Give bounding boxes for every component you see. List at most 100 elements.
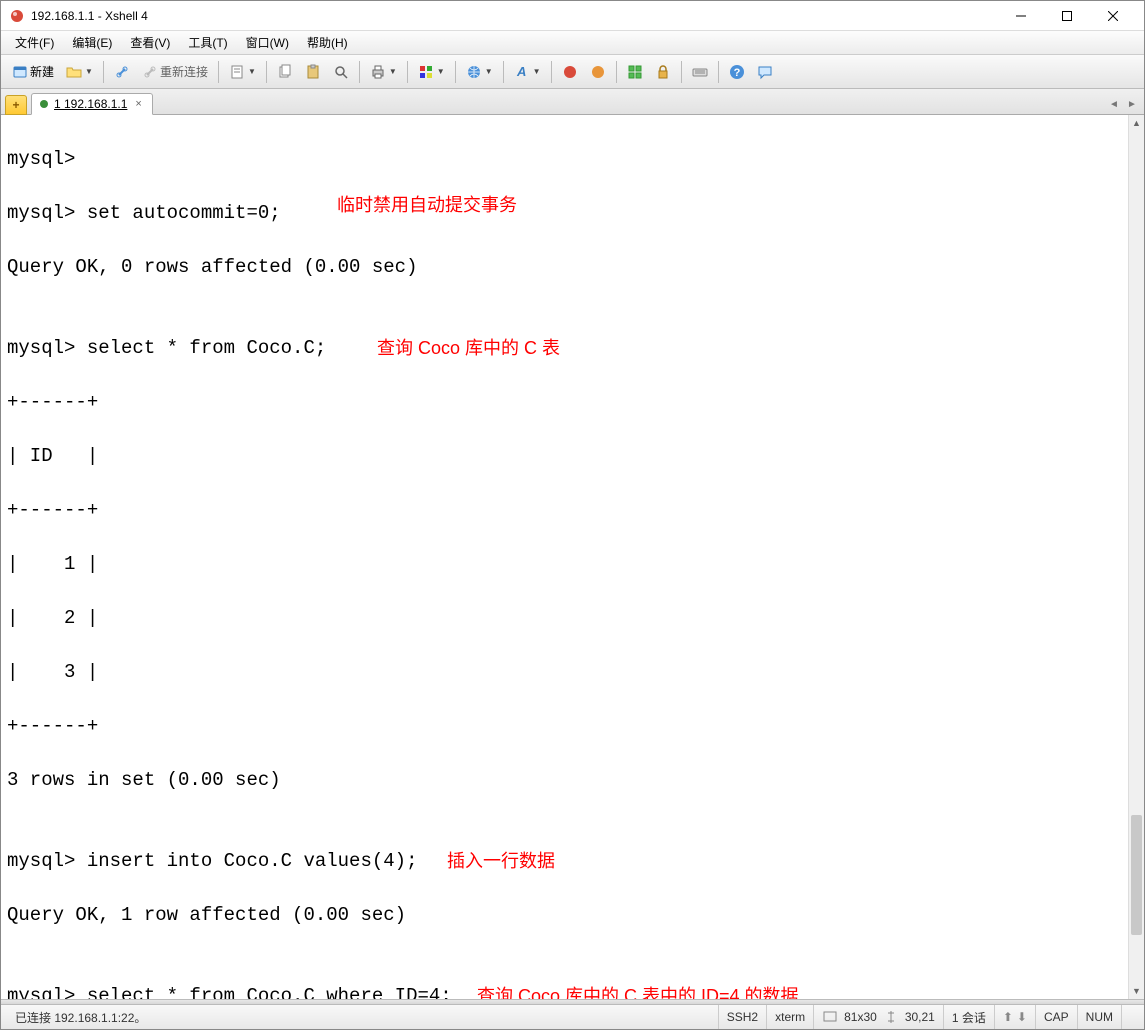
dropdown-icon: ▼ [389,67,397,76]
properties-icon [229,64,245,80]
annotation: 查询 Coco 库中的 C 表 [377,335,560,362]
chat-icon [757,64,773,80]
lock-button[interactable] [650,59,676,85]
status-connection: 已连接 192.168.1.1:22。 [7,1005,718,1029]
paste-button[interactable] [300,59,326,85]
toolbar-separator [103,61,104,83]
annotation: 临时禁用自动提交事务 [337,192,517,219]
term-line: Query OK, 1 row affected (0.00 sec) [7,904,406,926]
status-protocol: SSH2 [718,1005,766,1029]
properties-button[interactable]: ▼ [224,59,261,85]
keyboard-button[interactable] [687,59,713,85]
cursor-pos-icon [883,1009,899,1025]
term-line: | ID | [7,445,98,467]
copy-button[interactable] [272,59,298,85]
menu-tools[interactable]: 工具(T) [180,32,235,53]
term-line: mysql> select * from Coco.C; [7,337,326,359]
script-icon [562,64,578,80]
toolbar-separator [616,61,617,83]
term-line: +------+ [7,499,98,521]
print-button[interactable]: ▼ [365,59,402,85]
status-dot-icon [40,100,48,108]
help-button[interactable]: ? [724,59,750,85]
keyboard-icon [692,64,708,80]
scroll-down-button[interactable]: ▼ [1129,983,1144,999]
dropdown-icon: ▼ [437,67,445,76]
tile-icon [627,64,643,80]
toolbar-separator [218,61,219,83]
term-line: | 2 | [7,607,98,629]
new-session-button[interactable]: 新建 [7,59,59,85]
toolbar: 新建 ▼ 重新连接 ▼ ▼ ▼ ▼ A▼ ? [1,55,1144,89]
terminal-output[interactable]: mysql> mysql> set autocommit=0; 临时禁用自动提交事… [1,115,1128,999]
svg-text:?: ? [733,67,740,79]
toolbar-separator [407,61,408,83]
reconnect-label: 重新连接 [160,63,208,80]
chat-button[interactable] [752,59,778,85]
term-line: mysql> insert into Coco.C values(4); [7,850,417,872]
dropdown-icon: ▼ [485,67,493,76]
scrollbar[interactable]: ▲ ▼ [1128,115,1144,999]
term-line: mysql> select * from Coco.C where ID=4; [7,985,452,999]
reconnect-icon [142,64,158,80]
menu-view[interactable]: 查看(V) [122,32,178,53]
script-button[interactable] [557,59,583,85]
tab-next-button[interactable]: ► [1124,96,1140,112]
scroll-up-button[interactable]: ▲ [1129,115,1144,131]
copy-icon [277,64,293,80]
maximize-button[interactable] [1044,2,1090,30]
session-tab[interactable]: 1 192.168.1.1 × [31,93,153,115]
font-icon: A [514,64,530,80]
status-transfer: ⬆ ⬇ [994,1005,1035,1029]
titlebar: 192.168.1.1 - Xshell 4 [1,1,1144,31]
dropdown-icon: ▼ [533,67,541,76]
menubar: 文件(F) 编辑(E) 查看(V) 工具(T) 窗口(W) 帮助(H) [1,31,1144,55]
menu-help[interactable]: 帮助(H) [299,32,356,53]
reconnect-button[interactable]: 重新连接 [137,59,213,85]
status-size-pos: 81x30 30,21 [813,1005,943,1029]
status-pos: 30,21 [905,1010,935,1024]
download-icon: ⬇ [1017,1010,1027,1024]
plus-icon: + [12,98,19,112]
new-tab-button[interactable]: + [5,95,27,115]
find-button[interactable] [328,59,354,85]
search-icon [333,64,349,80]
terminal-pane[interactable]: mysql> mysql> set autocommit=0; 临时禁用自动提交事… [1,115,1144,999]
status-term-type: xterm [766,1005,813,1029]
tab-prev-button[interactable]: ◄ [1106,96,1122,112]
dropdown-icon: ▼ [248,67,256,76]
globe-icon [466,64,482,80]
tab-close-button[interactable]: × [133,98,143,110]
open-button[interactable]: ▼ [61,59,98,85]
annotation: 查询 Coco 库中的 C 表中的 ID=4 的数据 [477,983,799,999]
tile-button[interactable] [622,59,648,85]
close-button[interactable] [1090,2,1136,30]
term-line: mysql> set autocommit=0; [7,202,281,224]
window-title: 192.168.1.1 - Xshell 4 [31,9,998,23]
status-sessions: 1 会话 [943,1005,994,1029]
minimize-button[interactable] [998,2,1044,30]
record-button[interactable] [585,59,611,85]
toolbar-separator [503,61,504,83]
link-icon [114,64,130,80]
tabbar: + 1 192.168.1.1 × ◄ ► [1,89,1144,115]
link-button[interactable] [109,59,135,85]
menu-edit[interactable]: 编辑(E) [64,32,120,53]
toolbar-separator [359,61,360,83]
toolbar-separator [455,61,456,83]
status-size: 81x30 [844,1010,877,1024]
toolbar-separator [718,61,719,83]
annotation: 插入一行数据 [447,848,555,875]
print-icon [370,64,386,80]
lock-icon [655,64,671,80]
term-line: mysql> [7,148,75,170]
resize-grip[interactable] [1121,1005,1138,1029]
color-button[interactable]: ▼ [413,59,450,85]
toolbar-separator [551,61,552,83]
font-button[interactable]: A▼ [509,59,546,85]
toolbar-separator [681,61,682,83]
scroll-thumb[interactable] [1131,815,1142,935]
globe-button[interactable]: ▼ [461,59,498,85]
menu-file[interactable]: 文件(F) [7,32,62,53]
menu-window[interactable]: 窗口(W) [238,32,297,53]
